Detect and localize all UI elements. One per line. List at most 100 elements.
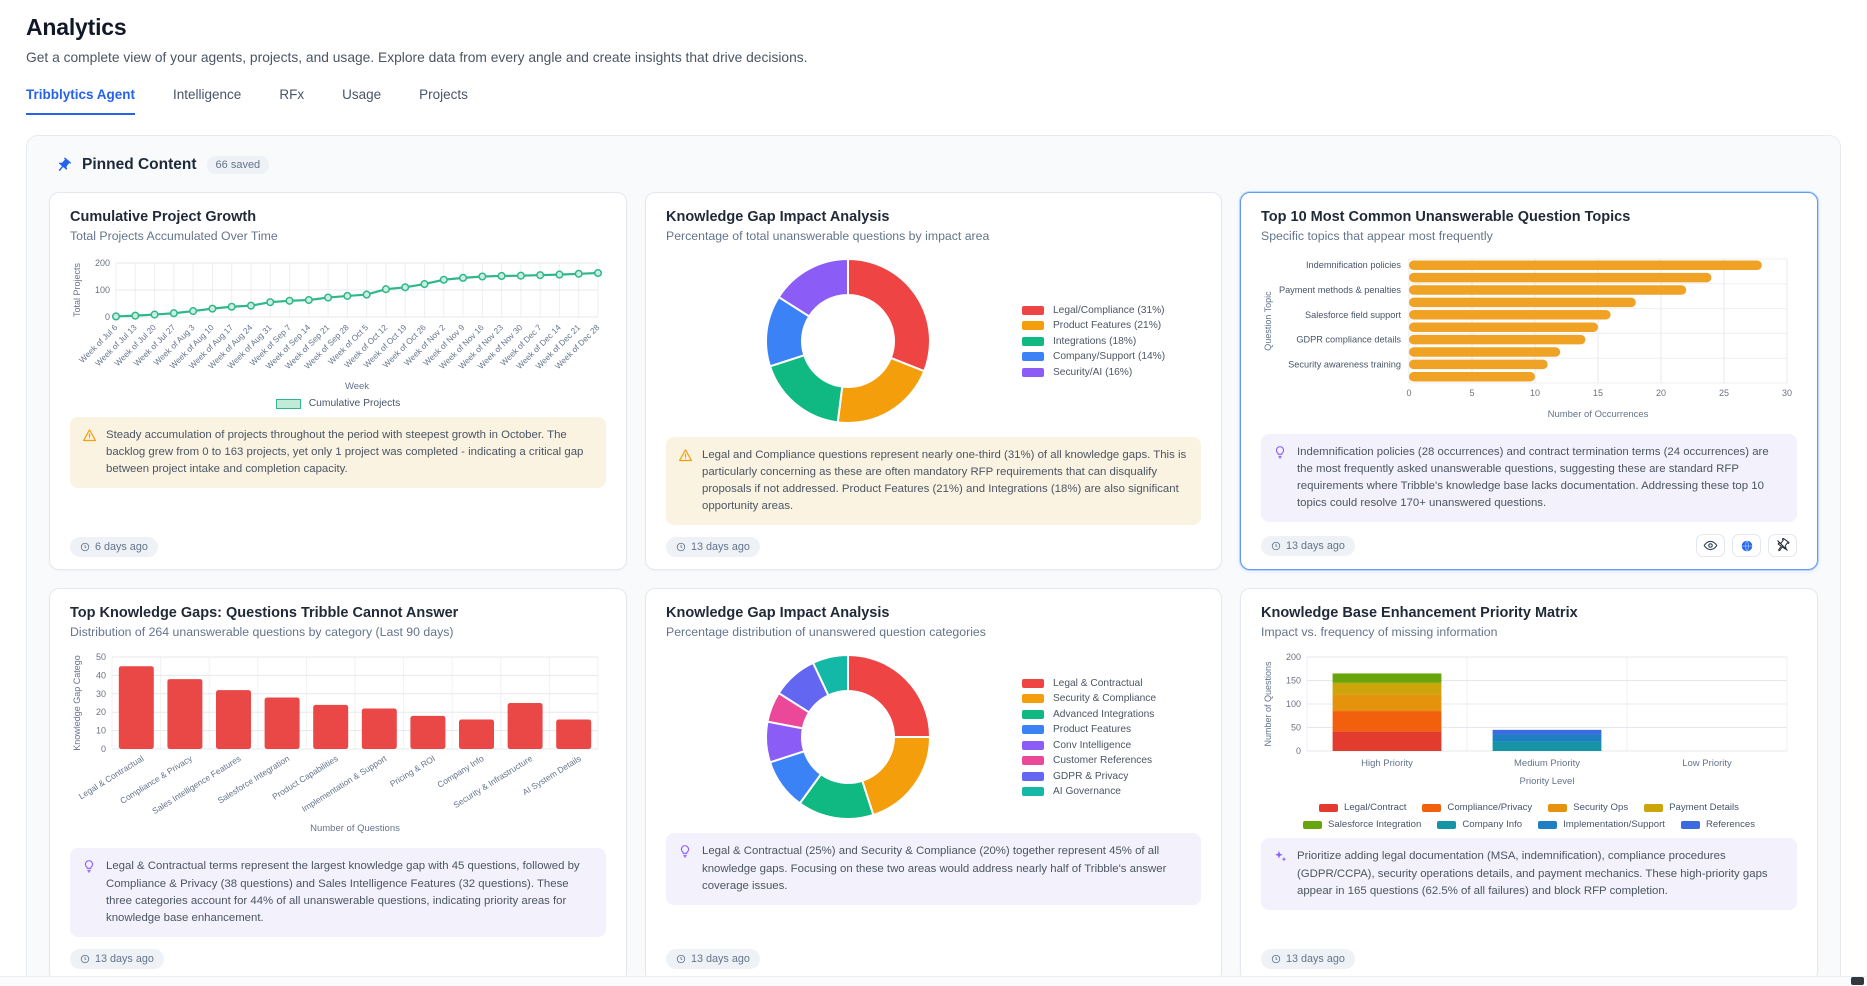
globe-icon <box>1740 539 1754 553</box>
svg-text:Implementation & Support: Implementation & Support <box>300 753 389 814</box>
svg-text:25: 25 <box>1719 388 1729 398</box>
legend-swatch <box>276 399 301 409</box>
card-top-knowledge-gaps[interactable]: Top Knowledge Gaps: Questions Tribble Ca… <box>49 588 627 981</box>
pinned-content-title: Pinned Content <box>82 156 197 174</box>
legend-item: Security & Compliance <box>1022 693 1156 704</box>
legend-item: Legal/Compliance (31%) <box>1022 305 1165 316</box>
donut-chart: Legal & Contractual Security & Compliance… <box>666 649 1201 825</box>
svg-text:100: 100 <box>1286 699 1301 709</box>
legend-item: Legal & Contractual <box>1022 678 1156 689</box>
legend-item: Legal/Contract <box>1319 802 1406 813</box>
horizontal-bar-chart: 051015202530Indemnification policiesPaym… <box>1261 253 1797 426</box>
svg-text:50: 50 <box>96 652 106 662</box>
card-top-unanswerable-topics[interactable]: Top 10 Most Common Unanswerable Question… <box>1240 192 1818 570</box>
svg-text:Number of Occurrences: Number of Occurrences <box>1548 409 1649 420</box>
timestamp-badge: 13 days ago <box>666 949 760 969</box>
lightbulb-icon <box>1273 444 1288 512</box>
card-cumulative-project-growth[interactable]: Cumulative Project Growth Total Projects… <box>49 192 627 570</box>
legend-item: References <box>1681 819 1755 830</box>
annotation-box: Legal & Contractual terms represent the … <box>70 848 606 936</box>
legend-item: AI Governance <box>1022 786 1156 797</box>
annotation-box: Legal and Compliance questions represent… <box>666 437 1201 525</box>
unpin-button[interactable] <box>1768 534 1797 557</box>
legend-item: Integrations (18%) <box>1022 336 1165 347</box>
card-title: Knowledge Base Enhancement Priority Matr… <box>1261 605 1797 621</box>
svg-text:Number of Questions: Number of Questions <box>1263 661 1273 747</box>
annotation-text: Indemnification policies (28 occurrences… <box>1297 444 1785 512</box>
svg-text:0: 0 <box>1296 746 1301 756</box>
eye-icon <box>1703 538 1718 553</box>
card-kb-enhancement-priority-matrix[interactable]: Knowledge Base Enhancement Priority Matr… <box>1240 588 1818 981</box>
card-knowledge-gap-impact-analysis-2[interactable]: Knowledge Gap Impact Analysis Percentage… <box>645 588 1222 981</box>
annotation-box: Prioritize adding legal documentation (M… <box>1261 838 1797 909</box>
legend-item: Company/Support (14%) <box>1022 351 1165 362</box>
lightbulb-icon <box>82 858 97 926</box>
svg-text:5: 5 <box>1469 388 1474 398</box>
card-footer: 13 days ago <box>666 937 1201 969</box>
card-title: Knowledge Gap Impact Analysis <box>666 209 1201 225</box>
stacked-bar-chart: 050100150200High PriorityMedium Priority… <box>1261 649 1797 830</box>
card-subtitle: Distribution of 264 unanswerable questio… <box>70 625 606 639</box>
card-footer: 13 days ago <box>1261 937 1797 969</box>
scrollbar-thumb[interactable] <box>1851 977 1864 985</box>
annotation-text: Legal and Compliance questions represent… <box>702 447 1189 515</box>
tab-intelligence[interactable]: Intelligence <box>173 87 241 115</box>
svg-text:Total Projects: Total Projects <box>72 262 82 317</box>
legend-item: Payment Details <box>1644 802 1739 813</box>
svg-text:15: 15 <box>1593 388 1603 398</box>
svg-text:GDPR compliance details: GDPR compliance details <box>1296 335 1401 345</box>
card-footer: 13 days ago <box>1261 522 1797 557</box>
annotation-box: Steady accumulation of projects througho… <box>70 417 606 488</box>
insights-button[interactable] <box>1732 534 1761 557</box>
svg-text:200: 200 <box>95 258 110 268</box>
card-knowledge-gap-impact-analysis[interactable]: Knowledge Gap Impact Analysis Percentage… <box>645 192 1222 570</box>
svg-text:0: 0 <box>105 312 110 322</box>
annotation-text: Prioritize adding legal documentation (M… <box>1297 848 1785 899</box>
legend-item: Security Ops <box>1548 802 1628 813</box>
card-subtitle: Total Projects Accumulated Over Time <box>70 229 606 243</box>
donut-legend: Legal & Contractual Security & Compliance… <box>1022 673 1156 802</box>
svg-text:40: 40 <box>96 671 106 681</box>
legend-item: Salesforce Integration <box>1303 819 1421 830</box>
page-title: Analytics <box>26 14 1841 41</box>
donut-chart: Legal/Compliance (31%)Product Features (… <box>666 253 1201 429</box>
clock-icon <box>676 542 686 552</box>
saved-count-badge: 66 saved <box>207 156 270 174</box>
pinned-content-header: Pinned Content 66 saved <box>55 156 1818 174</box>
legend-item: Security/AI (16%) <box>1022 367 1165 378</box>
unpin-icon <box>1775 538 1790 553</box>
svg-text:Question Topic: Question Topic <box>1263 291 1273 351</box>
clock-icon <box>676 954 686 964</box>
card-actions <box>1696 534 1797 557</box>
annotation-box: Indemnification policies (28 occurrences… <box>1261 434 1797 522</box>
svg-text:Week: Week <box>345 381 369 392</box>
svg-text:Security & Infrastructure: Security & Infrastructure <box>452 754 535 811</box>
svg-text:Salesforce field support: Salesforce field support <box>1305 310 1401 320</box>
tab-usage[interactable]: Usage <box>342 87 381 115</box>
warning-icon <box>678 447 693 515</box>
clock-icon <box>1271 541 1281 551</box>
horizontal-scrollbar[interactable] <box>0 976 1867 986</box>
svg-text:Payment methods & penalties: Payment methods & penalties <box>1279 285 1401 295</box>
vertical-bar-chart: 01020304050Legal & ContractualCompliance… <box>70 649 606 840</box>
card-title: Knowledge Gap Impact Analysis <box>666 605 1201 621</box>
legend-item: Compliance/Privacy <box>1422 802 1532 813</box>
tab-tribblytics-agent[interactable]: Tribblytics Agent <box>26 87 135 115</box>
card-subtitle: Percentage distribution of unanswered qu… <box>666 625 1201 639</box>
legend-label: Cumulative Projects <box>309 398 401 409</box>
svg-text:100: 100 <box>95 285 110 295</box>
tab-rfx[interactable]: RFx <box>279 87 304 115</box>
tab-projects[interactable]: Projects <box>419 87 468 115</box>
view-button[interactable] <box>1696 534 1725 557</box>
annotation-box: Legal & Contractual (25%) and Security &… <box>666 833 1201 904</box>
svg-text:30: 30 <box>96 689 106 699</box>
svg-text:Priority Level: Priority Level <box>1520 776 1575 787</box>
timestamp-badge: 13 days ago <box>666 537 760 557</box>
card-title: Top Knowledge Gaps: Questions Tribble Ca… <box>70 605 606 621</box>
svg-text:High Priority: High Priority <box>1361 758 1413 769</box>
svg-text:Low Priority: Low Priority <box>1682 758 1732 769</box>
timestamp-badge: 13 days ago <box>1261 536 1355 556</box>
svg-text:0: 0 <box>101 744 106 754</box>
card-title: Cumulative Project Growth <box>70 209 606 225</box>
donut-legend: Legal/Compliance (31%)Product Features (… <box>1022 300 1165 382</box>
